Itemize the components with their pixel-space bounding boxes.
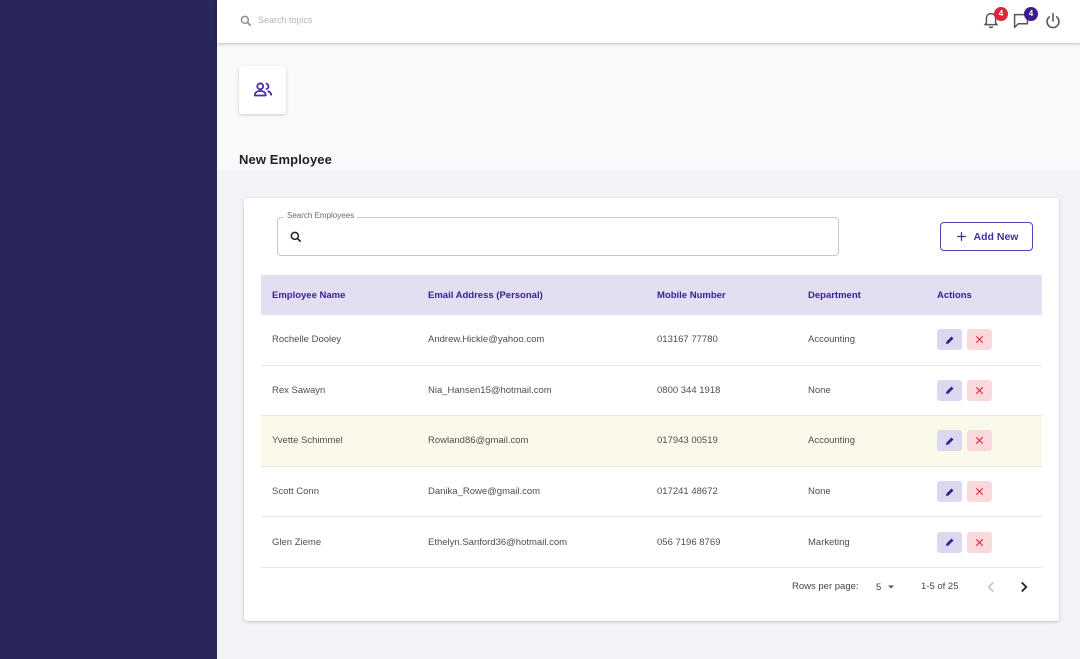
table-row: Rochelle Dooley Andrew.Hickle@yahoo.com … xyxy=(261,315,1042,366)
edit-button[interactable] xyxy=(937,481,962,503)
header-actions: Actions xyxy=(937,289,972,301)
cell-mobile: 013167 77780 xyxy=(657,334,718,346)
employees-card: Search Employees Add New Employee Name E… xyxy=(244,198,1059,621)
page-title: New Employee xyxy=(239,152,332,167)
power-icon xyxy=(1046,12,1060,29)
plus-icon xyxy=(956,232,966,241)
add-new-button[interactable]: Add New xyxy=(940,222,1033,251)
table-row: Glen Zieme Ethelyn.Sanford36@hotmail.com… xyxy=(261,517,1042,568)
header-mobile: Mobile Number xyxy=(657,289,726,301)
cell-email: Andrew.Hickle@yahoo.com xyxy=(428,334,545,346)
employees-table: Employee Name Email Address (Personal) M… xyxy=(261,275,1042,568)
table-row: Yvette Schimmel Rowland86@gmail.com 0179… xyxy=(261,416,1042,467)
close-icon xyxy=(975,487,984,496)
edit-button[interactable] xyxy=(937,430,962,452)
cell-name: Scott Conn xyxy=(272,486,319,498)
rows-per-page-label: Rows per page: xyxy=(792,581,859,592)
cell-actions xyxy=(926,481,1042,503)
edit-button[interactable] xyxy=(937,531,962,553)
cell-name: Rochelle Dooley xyxy=(272,334,342,346)
pencil-icon xyxy=(945,437,953,445)
cell-mobile: 056 7196 8769 xyxy=(657,536,721,548)
delete-button[interactable] xyxy=(967,379,992,401)
notifications-button[interactable]: 4 xyxy=(980,7,1008,32)
cell-department: None xyxy=(808,384,831,396)
rows-per-page-select[interactable]: 5 xyxy=(876,581,897,593)
messages-button[interactable]: 4 xyxy=(1010,7,1038,32)
cell-name: Glen Zieme xyxy=(272,536,322,548)
pencil-icon xyxy=(945,386,953,395)
cell-email: Ethelyn.Sanford36@hotmail.com xyxy=(428,536,568,548)
employee-search-input[interactable] xyxy=(310,226,830,248)
cell-email: Rowland86@gmail.com xyxy=(428,435,529,447)
topbar-search-input[interactable]: Search topics xyxy=(258,15,313,25)
table-row: Scott Conn Danika_Rowe@gmail.com 017241 … xyxy=(261,467,1042,518)
pagination: Rows per page: 5 1-5 of 25 xyxy=(244,573,1059,599)
delete-button[interactable] xyxy=(967,430,992,452)
cell-email: Danika_Rowe@gmail.com xyxy=(428,486,541,498)
employee-search-field[interactable]: Search Employees xyxy=(277,211,839,256)
caret-down-icon xyxy=(888,585,895,589)
chevron-left-icon[interactable] xyxy=(982,578,1000,596)
cell-actions xyxy=(926,329,1042,351)
edit-button[interactable] xyxy=(937,379,962,401)
cell-department: Accounting xyxy=(808,435,856,447)
cell-actions xyxy=(926,430,1042,452)
header-email: Email Address (Personal) xyxy=(428,289,543,301)
sidebar xyxy=(0,0,217,659)
cell-actions xyxy=(926,531,1042,553)
logout-button[interactable] xyxy=(1042,10,1064,32)
pencil-icon xyxy=(945,336,953,344)
close-icon xyxy=(975,386,984,395)
pencil-icon xyxy=(945,488,953,496)
cell-mobile: 0800 344 1918 xyxy=(657,384,721,396)
cell-name: Yvette Schimmel xyxy=(272,435,343,447)
search-icon xyxy=(290,231,302,243)
delete-button[interactable] xyxy=(967,329,992,351)
page-header: New Employee xyxy=(217,43,1080,170)
close-icon xyxy=(975,538,984,546)
cell-department: Marketing xyxy=(808,536,850,548)
notifications-badge: 4 xyxy=(994,7,1008,21)
header-employee-name: Employee Name xyxy=(272,289,346,301)
page-range: 1-5 of 25 xyxy=(921,581,959,592)
table-header: Employee Name Email Address (Personal) M… xyxy=(261,275,1042,315)
table-row: Rex Sawayn Nia_Hansen15@hotmail.com 0800… xyxy=(261,366,1042,417)
cell-actions xyxy=(926,379,1042,401)
chevron-right-icon[interactable] xyxy=(1015,578,1033,596)
cell-department: None xyxy=(808,486,831,498)
cell-name: Rex Sawayn xyxy=(272,384,326,396)
page-icon-card xyxy=(239,66,286,114)
people-icon xyxy=(253,82,272,97)
top-bar: Search topics 4 4 xyxy=(217,0,1080,43)
header-department: Department xyxy=(808,289,861,301)
delete-button[interactable] xyxy=(967,531,992,553)
close-icon xyxy=(975,336,984,344)
search-field-label: Search Employees xyxy=(284,211,358,220)
pencil-icon xyxy=(945,538,953,547)
cell-department: Accounting xyxy=(808,334,856,346)
cell-email: Nia_Hansen15@hotmail.com xyxy=(428,384,552,396)
close-icon xyxy=(975,437,984,445)
search-icon xyxy=(240,15,252,27)
add-new-label: Add New xyxy=(973,230,1019,243)
delete-button[interactable] xyxy=(967,481,992,503)
messages-badge: 4 xyxy=(1024,7,1038,21)
edit-button[interactable] xyxy=(937,329,962,351)
cell-mobile: 017241 48672 xyxy=(657,486,718,498)
rows-per-page-value: 5 xyxy=(876,581,882,593)
cell-mobile: 017943 00519 xyxy=(657,435,718,447)
